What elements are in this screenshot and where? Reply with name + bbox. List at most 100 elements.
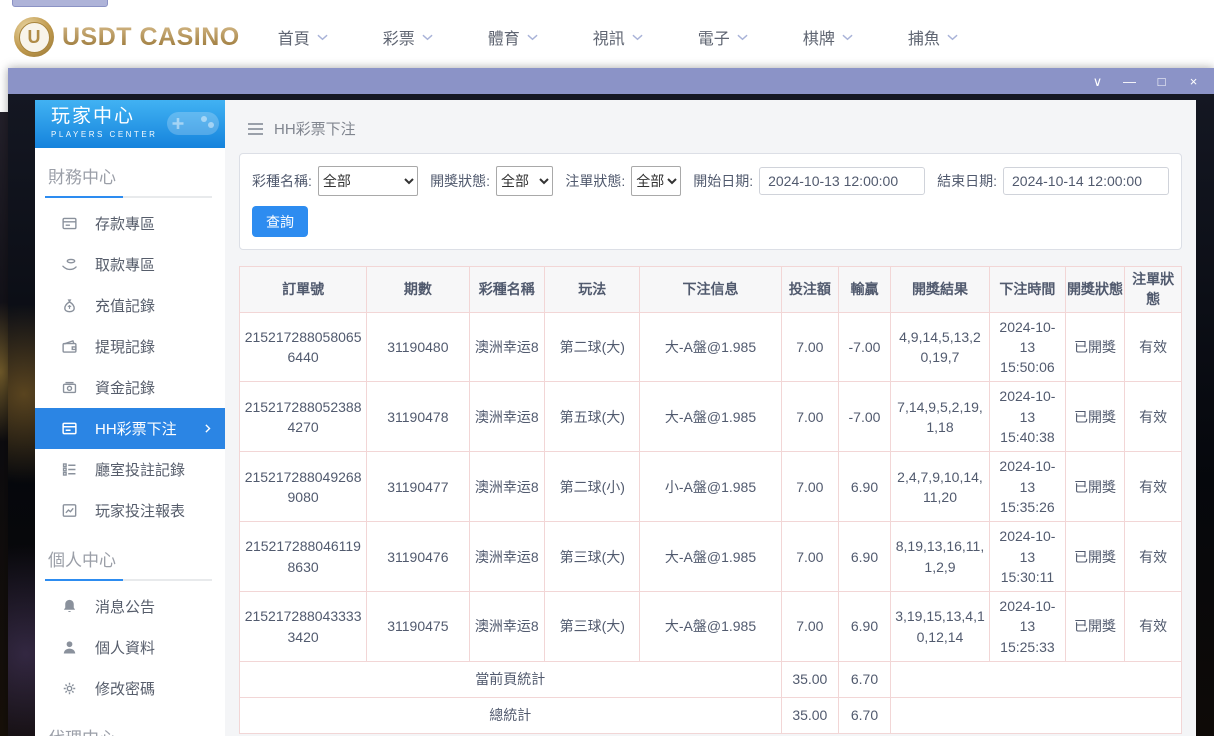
table-cell: 已開獎 xyxy=(1065,312,1125,382)
sidebar-item-label: 提現記錄 xyxy=(95,336,155,357)
search-button[interactable]: 查詢 xyxy=(252,206,308,237)
start-date-input[interactable] xyxy=(759,167,925,195)
collapse-icon[interactable]: ∨ xyxy=(1089,75,1106,88)
sidebar-item[interactable]: 取款專區 xyxy=(35,244,225,285)
nav-item-5[interactable]: 棋牌 xyxy=(803,25,853,49)
draw-status-select[interactable]: 全部 xyxy=(496,166,553,196)
table-cell: -7.00 xyxy=(839,382,891,452)
table-cell: 澳洲幸运8 xyxy=(469,312,545,382)
order-status-select[interactable]: 全部 xyxy=(631,166,681,196)
breadcrumb: HH彩票下注 xyxy=(225,100,1196,151)
players-center-window: ∨—□× 玩家中心 PLAYERS CENTER 財務 xyxy=(8,68,1214,736)
menu-icon[interactable] xyxy=(248,128,263,130)
minimize-icon[interactable]: — xyxy=(1121,75,1138,88)
sidebar-item[interactable]: 資金記錄 xyxy=(35,367,225,408)
sidebar-item[interactable]: HH彩票下注 xyxy=(35,408,225,449)
funds-record-icon xyxy=(61,379,78,396)
top-navbar: U USDT CASINO 首頁 彩票 體育 視訊 電子 棋牌 捕魚 xyxy=(0,8,1214,66)
sidebar-item[interactable]: 存款專區 xyxy=(35,203,225,244)
end-date-input[interactable] xyxy=(1003,167,1169,195)
table-cell: 大-A盤@1.985 xyxy=(640,382,781,452)
nav-item-2[interactable]: 體育 xyxy=(488,25,538,49)
table-cell: 有效 xyxy=(1125,522,1182,592)
nav-item-label: 體育 xyxy=(488,25,520,49)
nav-item-4[interactable]: 電子 xyxy=(698,25,748,49)
table-row: 215217288043333342031190475澳洲幸运8第三球(大)大-… xyxy=(240,592,1182,662)
table-cell: 有效 xyxy=(1125,312,1182,382)
table-header-cell: 彩種名稱 xyxy=(469,267,545,313)
section-underline xyxy=(45,196,212,198)
table-cell: 澳洲幸运8 xyxy=(469,382,545,452)
table-cell: 已開獎 xyxy=(1065,452,1125,522)
table-row: 215217288046119863031190476澳洲幸运8第三球(大)大-… xyxy=(240,522,1182,592)
filter-panel: 彩種名稱: 全部 開獎狀態: 全部 注單狀態: 全部 開始日期: xyxy=(239,153,1182,250)
table-cell: 有效 xyxy=(1125,382,1182,452)
nav-item-6[interactable]: 捕魚 xyxy=(908,25,958,49)
table-cell: 7.00 xyxy=(781,452,839,522)
table-cell: 有效 xyxy=(1125,452,1182,522)
table-cell: 小-A盤@1.985 xyxy=(640,452,781,522)
password-icon xyxy=(61,680,78,697)
nav-item-1[interactable]: 彩票 xyxy=(383,25,433,49)
sidebar-item[interactable]: 修改密碼 xyxy=(35,668,225,709)
sidebar-item-label: 廳室投註記錄 xyxy=(95,459,185,480)
table-header-cell: 開獎狀態 xyxy=(1065,267,1125,313)
table-cell: 7.00 xyxy=(781,382,839,452)
nav-item-3[interactable]: 視訊 xyxy=(593,25,643,49)
sidebar-item[interactable]: 廳室投註記錄 xyxy=(35,449,225,490)
table-cell: 大-A盤@1.985 xyxy=(640,592,781,662)
table-cell: 2152172880580656440 xyxy=(240,312,367,382)
summary-label: 當前頁統計 xyxy=(240,662,782,698)
summary-empty xyxy=(890,662,1181,698)
chevron-down-icon xyxy=(842,34,853,41)
lottery-select[interactable]: 全部 xyxy=(318,166,418,196)
maximize-icon[interactable]: □ xyxy=(1153,75,1170,88)
table-cell: 31190478 xyxy=(367,382,469,452)
sidebar-header: 玩家中心 PLAYERS CENTER xyxy=(35,100,225,148)
sidebar-item[interactable]: 個人資料 xyxy=(35,627,225,668)
brand-logo[interactable]: U USDT CASINO xyxy=(14,17,240,57)
table-row: 215217288049268908031190477澳洲幸运8第二球(小)小-… xyxy=(240,452,1182,522)
chevron-down-icon xyxy=(527,34,538,41)
table-cell: 大-A盤@1.985 xyxy=(640,312,781,382)
nav-item-0[interactable]: 首頁 xyxy=(278,25,328,49)
end-date-label: 結束日期: xyxy=(937,171,997,191)
close-icon[interactable]: × xyxy=(1185,75,1202,88)
table-cell: 6.90 xyxy=(839,592,891,662)
table-header-cell: 訂單號 xyxy=(240,267,367,313)
table-cell: 7.00 xyxy=(781,312,839,382)
sidebar-item[interactable]: 消息公告 xyxy=(35,586,225,627)
table-cell: 澳洲幸运8 xyxy=(469,452,545,522)
sidebar-section-title-2: 代理中心 xyxy=(35,709,225,736)
table-cell: 2152172880433333420 xyxy=(240,592,367,662)
table-cell: 4,9,14,5,13,20,19,7 xyxy=(890,312,989,382)
chevron-down-icon xyxy=(632,34,643,41)
summary-label: 總統計 xyxy=(240,698,782,734)
sidebar-item-label: 充值記錄 xyxy=(95,295,155,316)
sidebar-item[interactable]: 玩家投注報表 xyxy=(35,490,225,531)
sidebar-item-label: HH彩票下注 xyxy=(95,418,177,439)
sidebar-item-label: 存款專區 xyxy=(95,213,155,234)
brand-coin-icon: U xyxy=(14,17,54,57)
window-titlebar: ∨ — □ × xyxy=(8,68,1214,94)
withdrawal-record-icon xyxy=(61,338,78,355)
table-cell: 2024-10-13 15:25:33 xyxy=(990,592,1066,662)
sidebar-item[interactable]: 充值記錄 xyxy=(35,285,225,326)
summary-empty xyxy=(890,698,1181,734)
summary-row: 當前頁統計35.006.70 xyxy=(240,662,1182,698)
nav-item-label: 視訊 xyxy=(593,25,625,49)
table-header-cell: 下注時間 xyxy=(990,267,1066,313)
sidebar-item[interactable]: 提現記錄 xyxy=(35,326,225,367)
table-cell: 7.00 xyxy=(781,592,839,662)
gamepad-icon xyxy=(163,104,221,147)
table-cell: 已開獎 xyxy=(1065,522,1125,592)
section-underline xyxy=(45,579,212,581)
table-cell: 2024-10-13 15:35:26 xyxy=(990,452,1066,522)
table-cell: 第五球(大) xyxy=(545,382,640,452)
window-body: 玩家中心 PLAYERS CENTER 財務中心存款專區取款專區充值記錄提現記錄… xyxy=(8,94,1214,736)
table-cell: 31190477 xyxy=(367,452,469,522)
browser-tab-stub[interactable] xyxy=(12,0,108,7)
table-row: 215217288058065644031190480澳洲幸运8第二球(大)大-… xyxy=(240,312,1182,382)
summary-winloss-total: 6.70 xyxy=(839,662,891,698)
draw-status-label: 開獎狀態: xyxy=(430,171,490,191)
